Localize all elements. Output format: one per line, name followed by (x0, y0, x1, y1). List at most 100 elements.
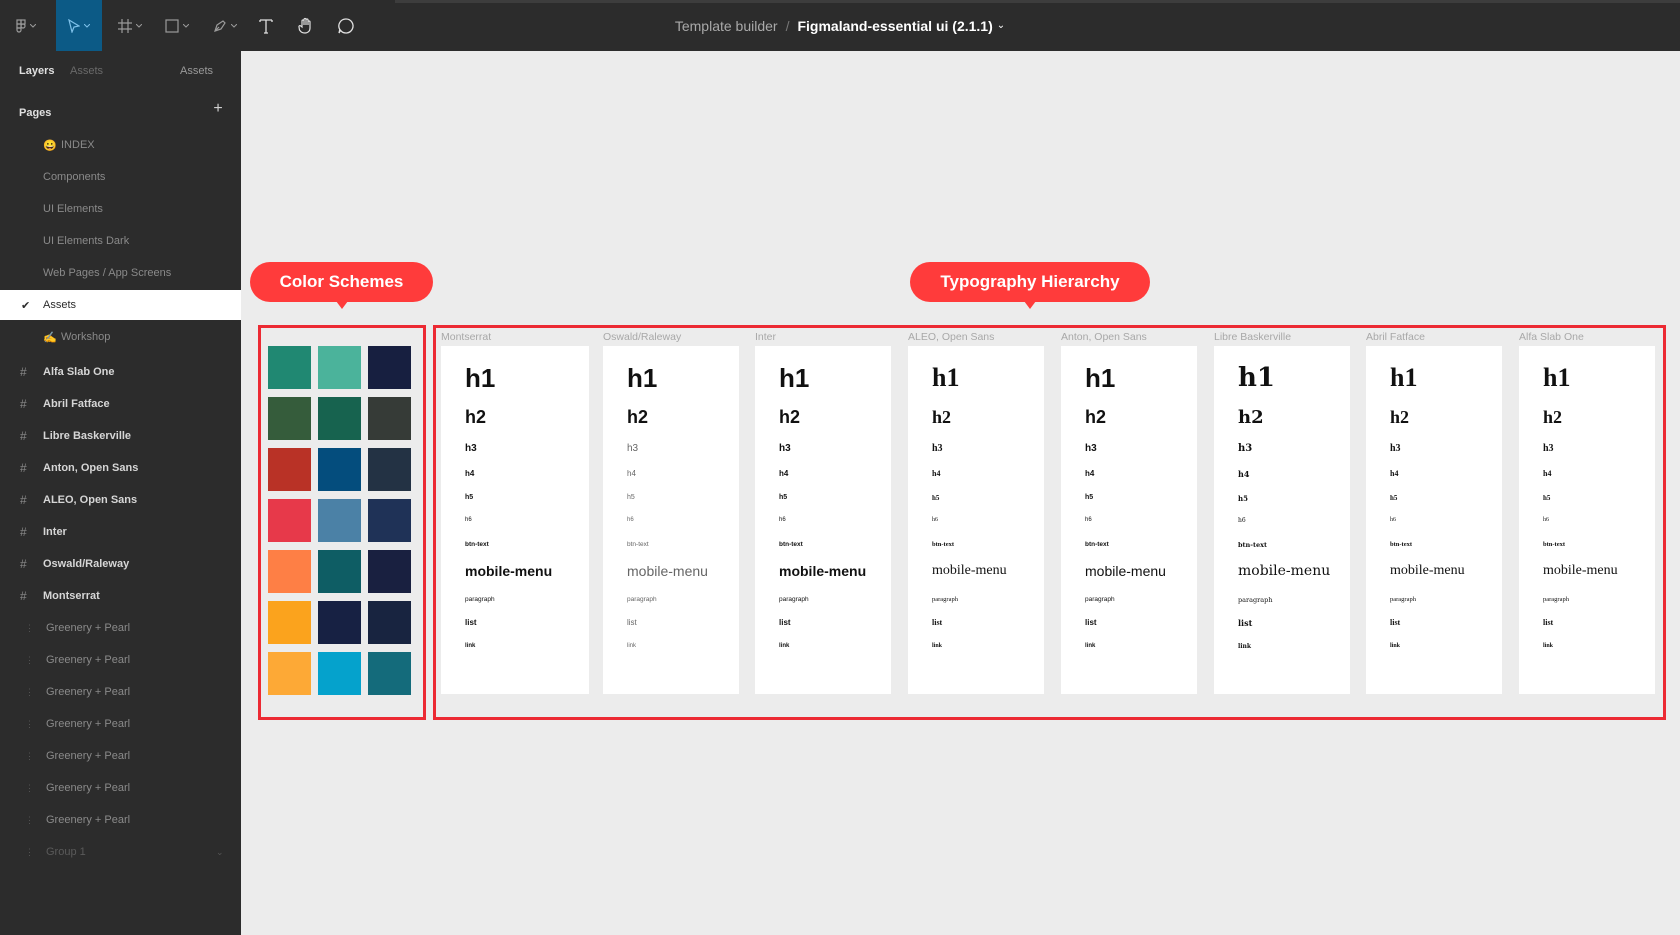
pen-tool-button[interactable] (205, 0, 245, 51)
typography-card[interactable]: h1 h2 h3 h4 h5 h6 btn-text mobile-menu paragraph… (603, 346, 739, 694)
type-sample-lst: list (1238, 618, 1253, 628)
type-sample-mm: mobile-menu (779, 563, 867, 579)
color-swatch[interactable] (268, 550, 311, 593)
color-swatch[interactable] (318, 397, 361, 440)
color-swatch[interactable] (318, 346, 361, 389)
frame-icon: # (20, 525, 27, 539)
type-sample-lst: list (779, 618, 791, 627)
type-sample-h2: h2 (1543, 407, 1563, 427)
add-page-icon[interactable]: + (211, 100, 225, 118)
tab-assets[interactable]: Assets (70, 65, 103, 77)
file-name[interactable]: Figmaland-essential ui (2.1.1) (797, 18, 992, 34)
checkmark-icon: ✔ (21, 299, 31, 312)
color-swatch[interactable] (318, 499, 361, 542)
layer-frame[interactable]: # Libre Baskerville (0, 421, 241, 451)
design-canvas[interactable]: Color Schemes Typography Hierarchy Monts… (241, 51, 1680, 935)
main-menu-button[interactable] (8, 0, 44, 51)
chevron-down-icon[interactable]: ⌄ (997, 20, 1005, 31)
page-item-web-pages[interactable]: Web Pages / App Screens (0, 258, 241, 288)
layer-frame[interactable]: # Oswald/Raleway (0, 549, 241, 579)
color-swatch[interactable] (368, 397, 411, 440)
typography-card[interactable]: h1 h2 h3 h4 h5 h6 btn-text mobile-menu paragraph… (1061, 346, 1197, 694)
layer-component[interactable]: ⋮ Greenery + Pearl (0, 645, 241, 675)
frame-icon: # (20, 557, 27, 571)
text-tool-button[interactable] (254, 0, 278, 51)
layer-frame[interactable]: # Abril Fatface (0, 389, 241, 419)
color-swatch[interactable] (268, 346, 311, 389)
type-sample-lnk: link (1238, 643, 1252, 650)
type-sample-h1: h1 (465, 363, 496, 393)
typography-card[interactable]: h1 h2 h3 h4 h5 h6 btn-text mobile-menu paragraph… (755, 346, 891, 694)
layer-component[interactable]: ⋮ Greenery + Pearl (0, 677, 241, 707)
font-column-label: Libre Baskerville (1214, 331, 1292, 343)
frame-icon: # (20, 589, 27, 603)
color-swatch[interactable] (318, 652, 361, 695)
page-item-ui-elements-dark[interactable]: UI Elements Dark (0, 226, 241, 256)
type-sample-h5: h5 (1390, 494, 1398, 502)
page-item-components[interactable]: Components (0, 162, 241, 192)
type-sample-para: paragraph (627, 596, 657, 603)
chevron-down-icon (84, 23, 90, 28)
type-sample-btn: btn-text (779, 541, 803, 548)
page-item-assets[interactable]: ✔ Assets (0, 290, 241, 320)
layer-component[interactable]: ⋮ Greenery + Pearl (0, 741, 241, 771)
font-column-label: Inter (755, 331, 777, 343)
color-swatch[interactable] (368, 550, 411, 593)
color-swatch[interactable] (368, 652, 411, 695)
layer-component[interactable]: ⋮ Greenery + Pearl (0, 773, 241, 803)
chevron-down-icon[interactable]: ⌄ (216, 847, 224, 858)
layer-frame[interactable]: # Alfa Slab One (0, 357, 241, 387)
type-sample-h5: h5 (1543, 494, 1551, 502)
type-sample-h5: h5 (1238, 494, 1248, 503)
breadcrumb-project[interactable]: Template builder (675, 18, 778, 34)
color-swatch[interactable] (268, 397, 311, 440)
type-sample-h4: h4 (1543, 469, 1552, 478)
figma-logo-icon (16, 18, 26, 33)
layer-component[interactable]: ⋮ Greenery + Pearl (0, 805, 241, 835)
typography-card[interactable]: h1 h2 h3 h4 h5 h6 btn-text mobile-menu paragraph… (441, 346, 589, 694)
comment-tool-button[interactable] (334, 0, 358, 51)
typography-card[interactable]: h1 h2 h3 h4 h5 h6 btn-text mobile-menu paragraph… (1519, 346, 1655, 694)
color-swatch[interactable] (368, 346, 411, 389)
layer-frame[interactable]: # ALEO, Open Sans (0, 485, 241, 515)
color-swatch[interactable] (268, 601, 311, 644)
color-swatch[interactable] (318, 550, 361, 593)
type-sample-h3: h3 (1390, 443, 1401, 454)
color-swatch[interactable] (268, 652, 311, 695)
chevron-down-icon (30, 23, 36, 28)
color-swatch[interactable] (368, 448, 411, 491)
tab-layers[interactable]: Layers (19, 65, 54, 77)
color-swatch[interactable] (368, 601, 411, 644)
cursor-icon (68, 18, 80, 33)
color-swatch[interactable] (318, 448, 361, 491)
frame-tool-button[interactable] (110, 0, 150, 51)
hand-tool-button[interactable] (294, 0, 318, 51)
typography-hierarchy-label[interactable]: Typography Hierarchy (910, 262, 1150, 309)
layer-frame[interactable]: # Montserrat (0, 581, 241, 611)
color-schemes-label[interactable]: Color Schemes (250, 262, 433, 309)
chevron-down-icon (231, 23, 237, 28)
layer-frame[interactable]: # Anton, Open Sans (0, 453, 241, 483)
tab-assets-library[interactable]: Assets (180, 65, 213, 77)
typography-card[interactable]: h1 h2 h3 h4 h5 h6 btn-text mobile-menu paragraph… (1366, 346, 1502, 694)
type-sample-h5: h5 (932, 494, 940, 502)
layer-component[interactable]: ⋮ Greenery + Pearl (0, 613, 241, 643)
typography-card[interactable]: h1 h2 h3 h4 h5 h6 btn-text mobile-menu paragraph… (1214, 346, 1350, 694)
layer-component[interactable]: ⋮ Greenery + Pearl (0, 709, 241, 739)
layer-group[interactable]: ⋮ Group 1 ⌄ (0, 837, 241, 867)
hand-icon (298, 17, 311, 34)
layer-label: Greenery + Pearl (46, 686, 131, 698)
page-item-ui-elements[interactable]: UI Elements (0, 194, 241, 224)
color-swatch[interactable] (368, 499, 411, 542)
shape-tool-button[interactable] (157, 0, 197, 51)
move-tool-button[interactable] (56, 0, 102, 51)
typography-card[interactable]: h1 h2 h3 h4 h5 h6 btn-text mobile-menu paragraph… (908, 346, 1044, 694)
layer-label: Abril Fatface (43, 398, 110, 410)
type-sample-btn: btn-text (465, 541, 489, 548)
page-item-index[interactable]: 😀 INDEX (0, 130, 241, 160)
color-swatch[interactable] (268, 499, 311, 542)
color-swatch[interactable] (268, 448, 311, 491)
color-swatch[interactable] (318, 601, 361, 644)
page-item-workshop[interactable]: ✍ Workshop (0, 322, 241, 352)
layer-frame[interactable]: # Inter (0, 517, 241, 547)
